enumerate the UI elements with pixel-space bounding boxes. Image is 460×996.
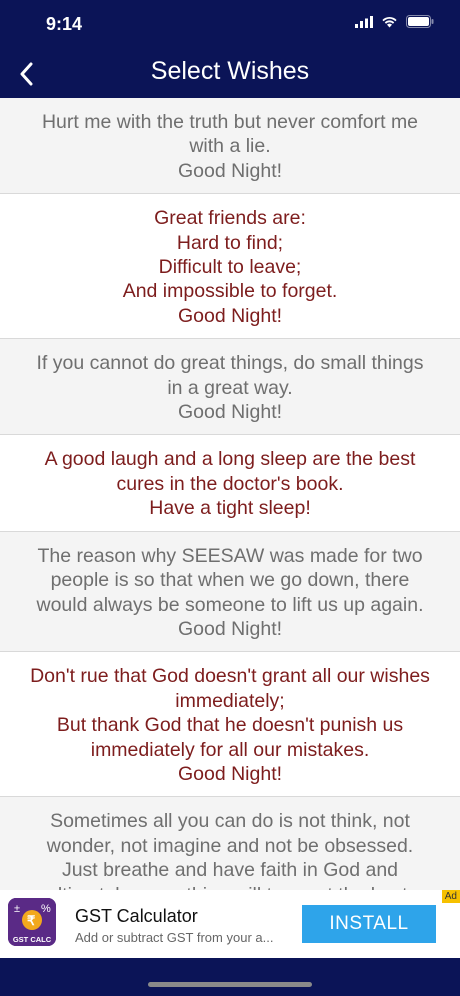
nav-bar: Select Wishes bbox=[0, 48, 460, 98]
list-item[interactable]: If you cannot do great things, do small … bbox=[0, 339, 460, 436]
svg-text:±: ± bbox=[14, 903, 20, 915]
signal-icon bbox=[355, 15, 373, 28]
list-item[interactable]: The reason why SEESAW was made for two p… bbox=[0, 531, 460, 653]
calculator-icon: ± % ₹ GST CALC bbox=[8, 898, 56, 946]
svg-text:₹: ₹ bbox=[27, 913, 36, 928]
gst-calc-app-icon: ± % ₹ GST CALC bbox=[8, 898, 56, 946]
list-item[interactable]: Don't rue that God doesn't grant all our… bbox=[0, 652, 460, 798]
page-title: Select Wishes bbox=[150, 57, 310, 85]
app-icon-label: GST CALC bbox=[13, 935, 52, 944]
install-button[interactable]: INSTALL bbox=[302, 905, 436, 943]
ad-title: GST Calculator bbox=[75, 906, 198, 926]
list-item[interactable]: Great friends are: Hard to find; Difficu… bbox=[0, 194, 460, 340]
list-item[interactable]: A good laugh and a long sleep are the be… bbox=[0, 435, 460, 532]
ad-banner[interactable]: ± % ₹ GST CALC GST Calculator Add or sub… bbox=[0, 890, 460, 958]
status-bar: 9:14 bbox=[0, 0, 460, 48]
list-item[interactable]: Hurt me with the truth but never comfort… bbox=[0, 98, 460, 195]
ad-subtitle: Add or subtract GST from your a... bbox=[75, 930, 274, 945]
status-icons bbox=[355, 15, 434, 28]
wifi-icon bbox=[382, 17, 397, 28]
list-item[interactable]: Sometimes all you can do is not think, n… bbox=[0, 797, 460, 890]
status-time: 9:14 bbox=[46, 14, 83, 34]
battery-icon bbox=[406, 15, 434, 28]
home-indicator[interactable] bbox=[148, 982, 312, 987]
ad-badge: Ad bbox=[441, 890, 460, 903]
svg-text:%: % bbox=[41, 903, 51, 915]
wishes-list[interactable]: Hurt me with the truth but never comfort… bbox=[0, 98, 460, 890]
bottom-safe-area bbox=[0, 958, 460, 996]
